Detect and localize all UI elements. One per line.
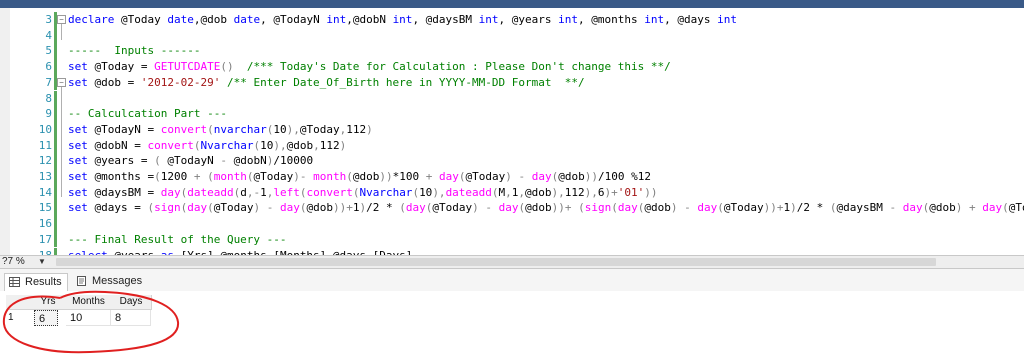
line-number: 9 xyxy=(45,107,52,121)
red-annotation-circle xyxy=(2,290,180,354)
line-number: 14 xyxy=(38,185,52,199)
fold-guide xyxy=(61,86,62,197)
code-text: declare @Today date,@dob date, @TodayN i… xyxy=(68,13,737,26)
code-line[interactable]: 9 -- Calculcation Part --- xyxy=(0,106,1024,122)
code-text: set @Today = GETUTCDATE() /*** Today's D… xyxy=(68,60,671,74)
change-marker xyxy=(54,27,57,44)
code-line[interactable]: 7− set @dob = '2012-02-29' /** Enter Date… xyxy=(0,74,1024,91)
change-marker xyxy=(54,153,57,169)
code-line[interactable]: 14 set @daysBM = day(dateadd(d,-1,left(co… xyxy=(0,184,1024,201)
change-marker xyxy=(54,247,57,255)
line-number: 10 xyxy=(38,122,52,136)
change-marker xyxy=(54,121,57,138)
code-line[interactable]: 18 select @years as [Yrs],@months [Months… xyxy=(0,247,1024,256)
code-line[interactable]: 17 --- Final Result of the Query --- xyxy=(0,231,1024,248)
code-text: ----- Inputs ------ xyxy=(68,44,201,58)
change-marker xyxy=(54,90,57,107)
zoom-level[interactable]: ?7 % xyxy=(2,256,25,268)
change-marker xyxy=(54,59,57,75)
code-text: set @years = ( @TodayN - @dobN)/10000 xyxy=(68,154,314,168)
line-number: 18 xyxy=(38,248,52,256)
line-number: 8 xyxy=(45,91,52,105)
line-number: 17 xyxy=(38,232,52,246)
line-number: 3 xyxy=(45,13,52,26)
query-editor[interactable]: 3− declare @Today date,@dob date, @TodayN… xyxy=(0,8,1024,255)
collapse-icon[interactable]: − xyxy=(57,15,66,24)
line-number: 6 xyxy=(45,60,52,74)
code-line[interactable]: 13 set @months =(1200 + (month(@Today)- m… xyxy=(0,169,1024,185)
line-number: 16 xyxy=(38,217,52,231)
line-number: 11 xyxy=(38,138,52,152)
change-marker xyxy=(54,106,57,122)
line-number: 4 xyxy=(45,28,52,42)
code-line[interactable]: 6 set @Today = GETUTCDATE() /*** Today's … xyxy=(0,59,1024,75)
code-text: set @dob = '2012-02-29' /** Enter Date_O… xyxy=(68,75,585,89)
code-text: set @months =(1200 + (month(@Today)- mon… xyxy=(68,170,651,183)
code-text: --- Final Result of the Query --- xyxy=(68,232,287,246)
window-top-strip xyxy=(0,0,1024,8)
code-line[interactable]: 16 xyxy=(0,216,1024,232)
zoom-dropdown-icon[interactable]: ▼ xyxy=(38,257,46,267)
code-text: set @dobN = convert(Nvarchar(10),@dob,11… xyxy=(68,138,347,152)
change-marker xyxy=(54,169,57,185)
line-number: 5 xyxy=(45,44,52,58)
change-marker xyxy=(54,200,57,217)
zoom-bar: ?7 % ▼ xyxy=(0,255,1024,269)
code-text: set @TodayN = convert(nvarchar(10),@Toda… xyxy=(68,122,373,136)
line-number: 12 xyxy=(38,154,52,168)
code-line[interactable]: 12 set @years = ( @TodayN - @dobN)/10000 xyxy=(0,153,1024,169)
code-text: set @days = (sign(day(@Today) - day(@dob… xyxy=(68,201,1024,215)
code-text: set @daysBM = day(dateadd(d,-1,left(conv… xyxy=(68,185,658,199)
change-marker xyxy=(54,216,57,232)
code-line[interactable]: 5 ----- Inputs ------ xyxy=(0,43,1024,60)
code-line[interactable]: 4 xyxy=(0,27,1024,44)
code-line[interactable]: 8 xyxy=(0,90,1024,107)
line-number: 7 xyxy=(45,75,52,89)
fold-guide xyxy=(61,24,62,40)
line-number: 15 xyxy=(38,201,52,215)
code-text: select @years as [Yrs],@months [Months],… xyxy=(68,248,413,256)
code-line[interactable]: 3− declare @Today date,@dob date, @TodayN… xyxy=(0,12,1024,28)
change-marker xyxy=(54,43,57,60)
line-number: 13 xyxy=(38,170,52,183)
code-line[interactable]: 15 set @days = (sign(day(@Today) - day(@d… xyxy=(0,200,1024,217)
code-text: -- Calculcation Part --- xyxy=(68,107,227,121)
collapse-icon[interactable]: − xyxy=(57,77,66,87)
horizontal-scrollbar-thumb[interactable] xyxy=(56,258,936,266)
change-marker xyxy=(54,184,57,201)
code-line[interactable]: 10 set @TodayN = convert(nvarchar(10),@To… xyxy=(0,121,1024,138)
change-marker xyxy=(54,137,57,154)
code-line[interactable]: 11 set @dobN = convert(Nvarchar(10),@dob,… xyxy=(0,137,1024,154)
change-marker xyxy=(54,231,57,248)
